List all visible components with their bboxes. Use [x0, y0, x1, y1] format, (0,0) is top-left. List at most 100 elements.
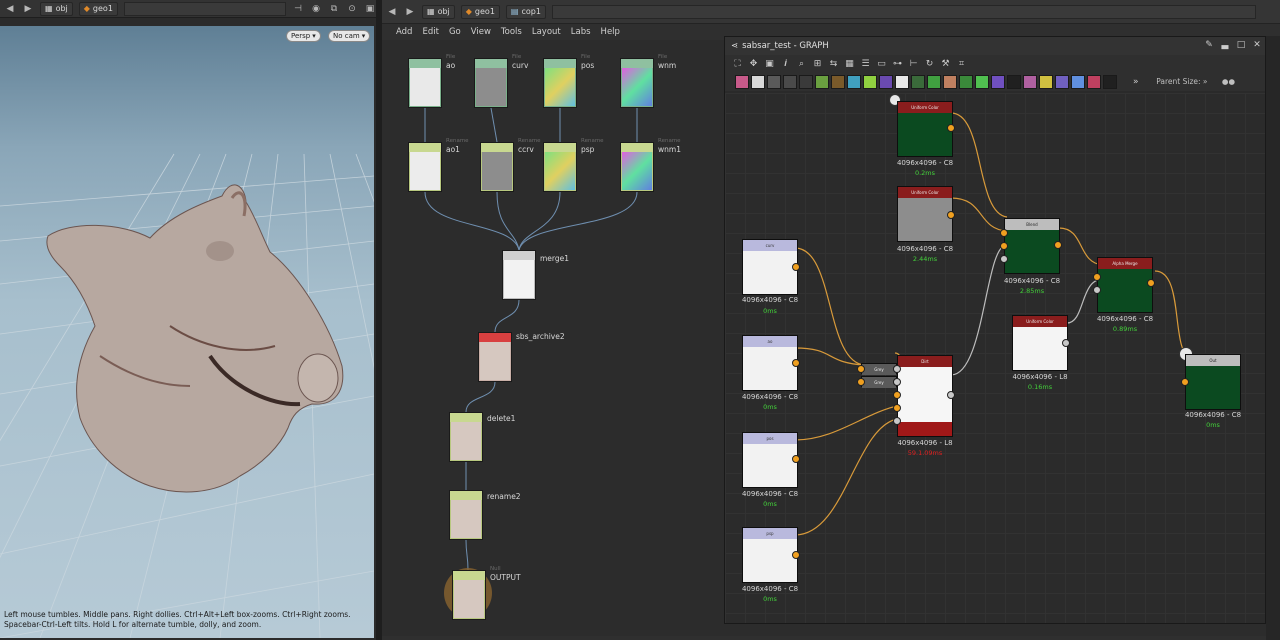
input-port[interactable] [893, 417, 901, 425]
minimize-icon[interactable]: ▃ [1219, 40, 1231, 52]
palette-fill-icon[interactable] [767, 75, 781, 89]
palette-mask-icon[interactable] [959, 75, 973, 89]
input-port[interactable] [857, 365, 865, 373]
layout-icon[interactable]: ▦ [843, 58, 856, 71]
display-icon[interactable]: ▣ [364, 3, 376, 15]
palette-brush-icon[interactable] [831, 75, 845, 89]
output-port[interactable] [792, 263, 800, 271]
grid-icon[interactable]: ⌗ [955, 58, 968, 71]
graph-title-bar[interactable]: ⋖ sabsar_test - GRAPH ✎ ▃ □ ✕ [725, 37, 1265, 55]
breadcrumb-geo1[interactable]: ◆ geo1 [78, 1, 118, 16]
menu-view[interactable]: View [471, 27, 491, 37]
forward-arrow-icon[interactable]: ▶ [22, 3, 34, 15]
palette-image-icon[interactable] [735, 75, 749, 89]
menu-add[interactable]: Add [396, 27, 412, 37]
foreground-input-port[interactable] [1000, 229, 1008, 237]
mask-input-port[interactable] [1000, 255, 1008, 263]
palette-warp-icon[interactable] [879, 75, 893, 89]
palette-uniform-icon[interactable] [751, 75, 765, 89]
palette-transform-icon[interactable] [911, 75, 925, 89]
palette-output-icon[interactable] [1071, 75, 1085, 89]
node-thumbnail [452, 570, 486, 620]
palette-gradient-icon[interactable] [815, 75, 829, 89]
breadcrumb-obj[interactable]: ▦ obj [422, 4, 455, 19]
input-port[interactable] [893, 391, 901, 399]
connect-icon[interactable]: ⇆ [827, 58, 840, 71]
persp-menu[interactable]: Persp ▾ [286, 30, 321, 42]
palette-fx-icon[interactable] [1087, 75, 1101, 89]
back-arrow-icon[interactable]: ◀ [386, 6, 398, 18]
output-port[interactable] [947, 391, 955, 399]
pin-icon[interactable]: ✎ [1203, 40, 1215, 52]
close-icon[interactable]: ✕ [1251, 40, 1263, 52]
wire-icon[interactable]: ⊶ [891, 58, 904, 71]
back-arrow-icon[interactable]: ◀ [4, 3, 16, 15]
move-icon[interactable]: ✥ [747, 58, 760, 71]
path-field[interactable] [123, 1, 286, 16]
search-icon[interactable]: ⌕ [795, 58, 808, 71]
palette-tile-icon[interactable] [895, 75, 909, 89]
palette-text-icon[interactable] [1055, 75, 1069, 89]
maximize-icon[interactable]: □ [1235, 40, 1247, 52]
graph-canvas[interactable]: Uniform Color 4096x4096 - C8 0.2ms Unifo… [725, 93, 1265, 623]
link-icon[interactable]: ◉ [310, 3, 322, 15]
menu-edit[interactable]: Edit [422, 27, 438, 37]
scene-view-3d[interactable]: Persp ▾ No cam ▾ Left mouse tumbles. Middl… [0, 26, 374, 638]
camera-menu[interactable]: No cam ▾ [328, 30, 371, 42]
input-port[interactable] [893, 404, 901, 412]
palette-filter-icon[interactable] [927, 75, 941, 89]
palette-noise-icon[interactable] [943, 75, 957, 89]
palette-levels-icon[interactable] [1039, 75, 1053, 89]
frame-icon[interactable]: ⛶ [731, 58, 744, 71]
list-icon[interactable]: ☰ [859, 58, 872, 71]
parent-size-control[interactable]: Parent Size: » ●● [1156, 77, 1235, 86]
breadcrumb-cop1[interactable]: ▤ cop1 [505, 4, 546, 19]
menu-layout[interactable]: Layout [532, 27, 561, 37]
input-port[interactable] [893, 365, 901, 373]
align-icon[interactable]: ⊞ [811, 58, 824, 71]
palette-drop-icon[interactable] [783, 75, 797, 89]
forward-arrow-icon[interactable]: ▶ [404, 6, 416, 18]
breadcrumb-obj[interactable]: ▦ obj [40, 1, 73, 16]
camera-icon[interactable]: ⊙ [346, 3, 358, 15]
palette-curve-icon[interactable] [847, 75, 861, 89]
view-icon[interactable]: ⧉ [328, 3, 340, 15]
tools-icon[interactable]: ⚒ [939, 58, 952, 71]
palette-split-icon[interactable] [1023, 75, 1037, 89]
palette-blend-icon[interactable] [863, 75, 877, 89]
input-port[interactable] [1181, 378, 1189, 386]
refresh-icon[interactable]: ↻ [923, 58, 936, 71]
menu-labs[interactable]: Labs [571, 27, 591, 37]
input-port[interactable] [893, 378, 901, 386]
pin-icon[interactable]: ⊣ [292, 3, 304, 15]
info-icon[interactable]: 𝒊 [779, 58, 792, 71]
input-port[interactable] [1093, 273, 1101, 281]
output-port[interactable] [1054, 241, 1062, 249]
palette-color-icon[interactable] [991, 75, 1005, 89]
frame-node-icon[interactable]: ▭ [875, 58, 888, 71]
output-port[interactable] [947, 211, 955, 219]
palette-bitmap-icon[interactable] [1103, 75, 1117, 89]
palette-shape-icon[interactable] [975, 75, 989, 89]
path-field[interactable] [551, 4, 1256, 19]
pin-node-icon[interactable]: ⊢ [907, 58, 920, 71]
output-port[interactable] [792, 359, 800, 367]
output-port[interactable] [1147, 279, 1155, 287]
output-port[interactable] [792, 551, 800, 559]
palette-shuffle-icon[interactable] [799, 75, 813, 89]
input-port[interactable] [857, 378, 865, 386]
background-input-port[interactable] [1000, 242, 1008, 250]
menu-go[interactable]: Go [449, 27, 461, 37]
output-port[interactable] [947, 124, 955, 132]
alpha-input-port[interactable] [1093, 286, 1101, 294]
palette-pattern-icon[interactable] [1007, 75, 1021, 89]
palette-more-icon[interactable]: » [1133, 77, 1139, 87]
menu-tools[interactable]: Tools [501, 27, 522, 37]
output-port[interactable] [1062, 339, 1070, 347]
breadcrumb-geo1[interactable]: ◆ geo1 [460, 4, 500, 19]
settings-icon[interactable]: ●● [1222, 77, 1235, 86]
screenshot-icon[interactable]: ▣ [763, 58, 776, 71]
output-port[interactable] [792, 455, 800, 463]
menu-help[interactable]: Help [601, 27, 620, 37]
pig-head-model[interactable] [46, 184, 344, 493]
